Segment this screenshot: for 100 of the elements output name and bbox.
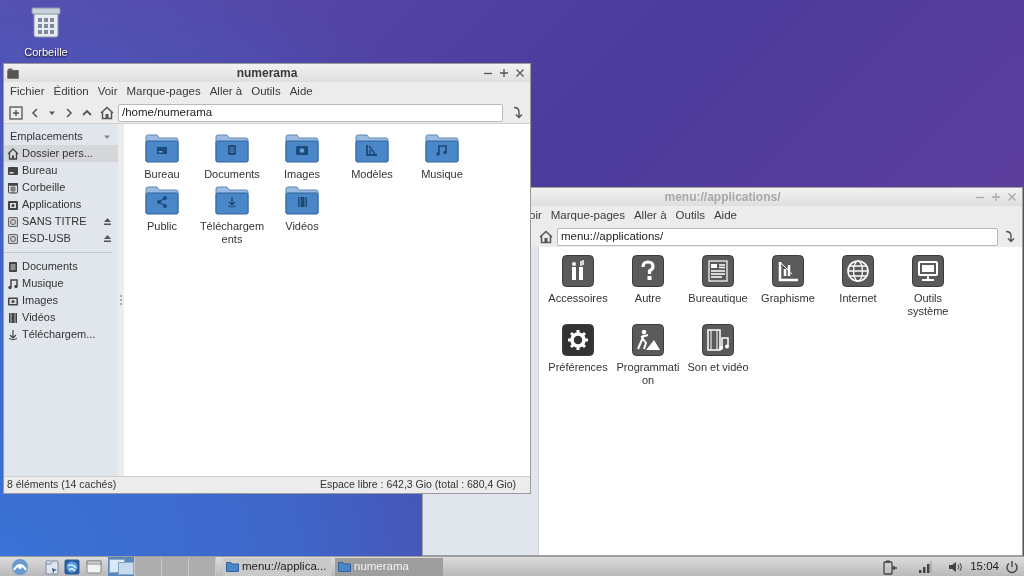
folder-icon[interactable] (355, 133, 389, 163)
item-label[interactable]: Graphisme (754, 292, 822, 305)
menu-item[interactable]: Marque-pages (126, 83, 201, 101)
sidebar-header-label: Emplacements (10, 129, 83, 145)
desktop-icon-label[interactable]: Corbeille (24, 44, 68, 61)
sidebar-item-label: SANS TITRE (22, 214, 88, 230)
sidebar-item-label: Vidéos (22, 310, 57, 326)
music-icon (7, 277, 19, 290)
item-label[interactable]: Son et vidéo (684, 361, 752, 374)
sidebar-item[interactable]: Téléchargem... (4, 326, 118, 343)
battery-plug-icon[interactable] (882, 558, 899, 575)
item-label[interactable]: Bureautique (684, 292, 752, 305)
folder-icon[interactable] (425, 133, 459, 163)
location-field[interactable]: /home/numerama (118, 103, 503, 122)
workspace[interactable] (108, 556, 135, 576)
trash-icon[interactable] (30, 4, 62, 40)
taskbar-button[interactable]: menu://applica... (223, 557, 331, 576)
item-label[interactable]: Vidéos (268, 220, 336, 233)
maximize-icon[interactable] (499, 68, 509, 78)
item-label[interactable]: Modèles (338, 168, 406, 181)
other-icon[interactable] (632, 255, 664, 287)
folder-icon[interactable] (285, 133, 319, 163)
item-label[interactable]: Préférences (544, 361, 612, 374)
folder-icon (226, 561, 239, 572)
sidebar-item[interactable]: SANS TITRE (4, 213, 118, 230)
menu-item[interactable]: Outils (675, 207, 705, 225)
location-field[interactable]: menu://applications/ (557, 227, 998, 246)
internet-icon[interactable] (842, 255, 874, 287)
new-tab-icon[interactable] (9, 105, 23, 120)
sidebar-item[interactable]: Applications (4, 196, 118, 213)
desktop-icon (7, 164, 19, 177)
sidebar-item[interactable]: Documents (4, 258, 118, 275)
menu-item[interactable]: Outils (251, 83, 281, 101)
menu-item[interactable]: Aller à (633, 207, 667, 225)
clock: 15:04 (970, 558, 999, 574)
home-icon[interactable] (100, 105, 114, 120)
eject-icon[interactable] (103, 217, 112, 226)
sidebar-item[interactable]: Musique (4, 275, 118, 292)
office-icon[interactable] (702, 255, 734, 287)
item-label[interactable]: Autre (614, 292, 682, 305)
item-label[interactable]: Musique (408, 168, 476, 181)
accessories-icon[interactable] (562, 255, 594, 287)
preferences-icon[interactable] (562, 324, 594, 356)
file-manager-icon[interactable] (45, 558, 59, 575)
menu-item[interactable]: Édition (53, 83, 89, 101)
item-label[interactable]: Accessoires (544, 292, 612, 305)
system-icon[interactable] (912, 255, 944, 287)
folder-icon[interactable] (285, 185, 319, 215)
sidebar-item-label: Documents (22, 259, 79, 275)
item-label[interactable]: Images (268, 168, 336, 181)
volume-icon[interactable] (948, 559, 965, 574)
splitter-handle-icon[interactable] (120, 295, 122, 305)
menu-item[interactable]: Aide (713, 207, 737, 225)
sidebar-item-label: Corbeille (22, 180, 67, 196)
item-label[interactable]: Téléchargements (198, 220, 266, 246)
sidebar-item[interactable]: ESD-USB (4, 230, 118, 247)
folder-icon[interactable] (7, 67, 19, 79)
forward-icon[interactable] (64, 106, 74, 119)
folder-icon[interactable] (215, 185, 249, 215)
menu-item[interactable]: Marque-pages (550, 207, 625, 225)
media-icon[interactable] (702, 324, 734, 356)
free-space-text: Espace libre : 642,3 Gio (total : 680,4 Gio) (319, 477, 516, 493)
item-label[interactable]: Internet (824, 292, 892, 305)
downloads-icon (7, 328, 19, 341)
folder-icon[interactable] (145, 185, 179, 215)
mini-window (118, 561, 134, 575)
power-icon[interactable] (1005, 559, 1019, 574)
sidebar-item[interactable]: Dossier pers... (4, 145, 118, 162)
programming-icon[interactable] (632, 324, 664, 356)
signal-icon[interactable] (918, 559, 933, 574)
menu-item[interactable]: Aide (289, 83, 313, 101)
window-title: numerama (236, 65, 298, 82)
start-menu-icon[interactable] (11, 557, 29, 576)
taskbar-button-label: numerama (354, 558, 409, 574)
folder-icon (338, 561, 351, 572)
sidebar-item-label: ESD-USB (22, 231, 72, 247)
window-title: menu://applications/ (664, 189, 781, 206)
folder-icon[interactable] (145, 133, 179, 163)
back-icon[interactable] (30, 106, 40, 119)
close-icon[interactable] (515, 68, 525, 78)
graphics-icon[interactable] (772, 255, 804, 287)
eject-icon[interactable] (103, 234, 112, 243)
item-label[interactable]: Outils système (894, 292, 962, 318)
menu-item[interactable]: Aller à (209, 83, 243, 101)
menu-item[interactable]: Voir (97, 83, 118, 101)
sidebar-item[interactable]: Images (4, 292, 118, 309)
item-label[interactable]: Documents (198, 168, 266, 181)
sidebar-item[interactable]: Corbeille (4, 179, 118, 196)
menu-item[interactable]: Fichier (10, 83, 45, 101)
drive-icon (7, 232, 19, 245)
videos-icon (7, 311, 19, 324)
sidebar-header[interactable]: Emplacements (4, 128, 118, 145)
sidebar-item[interactable]: Bureau (4, 162, 118, 179)
sidebar-item-label: Bureau (22, 163, 59, 179)
item-label[interactable]: Bureau (128, 168, 196, 181)
home-icon[interactable] (539, 229, 553, 244)
item-label[interactable]: Programmation (614, 361, 682, 387)
folder-icon[interactable] (215, 133, 249, 163)
item-label[interactable]: Public (128, 220, 196, 233)
sidebar-item[interactable]: Vidéos (4, 309, 118, 326)
